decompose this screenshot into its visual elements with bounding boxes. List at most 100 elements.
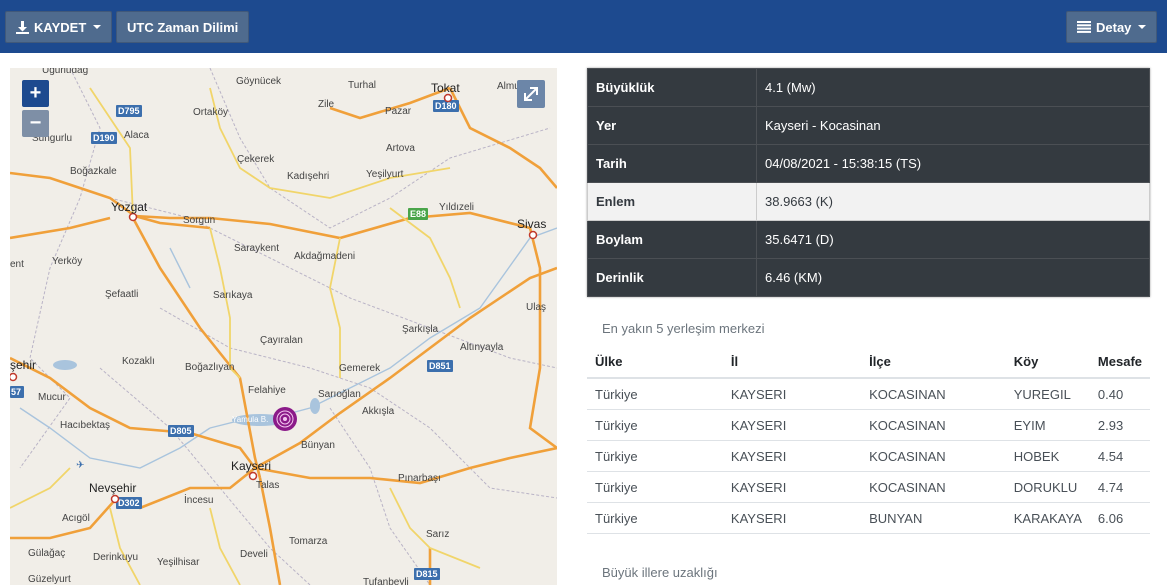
cell-distance: 4.54 — [1089, 440, 1150, 472]
chevron-down-icon — [1138, 25, 1147, 29]
svg-text:Şarkışla: Şarkışla — [402, 324, 439, 335]
detail-row-latitude: Enlem 38.9663 (K) — [587, 182, 1150, 221]
epicenter-marker — [273, 407, 297, 431]
download-icon — [16, 20, 29, 34]
svg-text:Felahiye: Felahiye — [248, 385, 286, 396]
svg-text:Mucur: Mucur — [38, 392, 66, 403]
column-header-distance: Mesafe — [1089, 345, 1150, 379]
table-header-row: Ülke İl İlçe Köy Mesafe — [587, 345, 1150, 379]
cell-distance: 4.74 — [1089, 471, 1150, 503]
table-row: Türkiye KAYSERI KOCASINAN HOBEK 4.54 — [587, 440, 1150, 472]
svg-text:Sorgun: Sorgun — [183, 215, 215, 226]
utc-timezone-label: UTC Zaman Dilimi — [127, 19, 239, 35]
cell-district: KOCASINAN — [861, 409, 1006, 441]
svg-text:Tomarza: Tomarza — [289, 536, 328, 547]
detail-value: 6.46 (KM) — [756, 258, 1150, 297]
svg-text:Tokat: Tokat — [431, 81, 460, 95]
lake — [53, 360, 77, 370]
svg-text:D805: D805 — [170, 426, 192, 436]
fullscreen-button[interactable] — [517, 80, 545, 108]
svg-text:Nevşehir: Nevşehir — [89, 481, 136, 495]
svg-text:Çayıralan: Çayıralan — [260, 335, 303, 346]
detail-row-location: Yer Kayseri - Kocasinan — [587, 106, 1150, 145]
detail-value: 38.9663 (K) — [756, 182, 1150, 221]
table-row: Türkiye KAYSERI BUNYAN KARAKAYA 6.06 — [587, 502, 1150, 534]
cell-village: DORUKLU — [1005, 471, 1090, 503]
zoom-out-button[interactable]: − — [22, 110, 49, 137]
svg-text:Zile: Zile — [318, 99, 335, 110]
svg-text:Uğurludağ: Uğurludağ — [42, 68, 88, 76]
svg-text:ent: ent — [10, 259, 24, 270]
cell-village: YUREGIL — [1005, 378, 1090, 410]
lake — [310, 398, 320, 414]
detail-button[interactable]: Detay — [1066, 11, 1158, 43]
svg-text:Ortaköy: Ortaköy — [193, 107, 228, 118]
zoom-in-button[interactable]: + — [22, 80, 49, 107]
save-button[interactable]: KAYDET — [5, 11, 113, 43]
detail-row-date: Tarih 04/08/2021 - 15:38:15 (TS) — [587, 144, 1150, 183]
svg-text:Akdağmadeni: Akdağmadeni — [294, 251, 355, 262]
svg-text:Saraykent: Saraykent — [234, 243, 279, 254]
svg-text:Kayseri: Kayseri — [231, 459, 271, 473]
detail-value: 04/08/2021 - 15:38:15 (TS) — [756, 144, 1150, 183]
cell-district: BUNYAN — [861, 502, 1006, 534]
cell-village: KARAKAYA — [1005, 502, 1090, 534]
cell-province: KAYSERI — [722, 440, 862, 472]
cell-province: KAYSERI — [722, 471, 862, 503]
svg-text:Şefaatli: Şefaatli — [105, 289, 138, 300]
detail-value: Kayseri - Kocasinan — [756, 106, 1150, 145]
svg-text:Pazar: Pazar — [385, 106, 412, 117]
svg-text:Artova: Artova — [386, 143, 415, 154]
svg-text:İncesu: İncesu — [184, 493, 213, 506]
detail-button-label: Detay — [1096, 19, 1132, 35]
svg-text:Alaca: Alaca — [124, 130, 149, 141]
svg-text:Kozaklı: Kozaklı — [122, 356, 155, 367]
cell-province: KAYSERI — [722, 502, 862, 534]
cell-country: Türkiye — [587, 440, 723, 472]
top-toolbar: KAYDET UTC Zaman Dilimi Detay — [0, 0, 1167, 53]
detail-key: Boylam — [587, 220, 757, 259]
map-view[interactable]: D795 D180 D190 E88 D851 D805 D302 D815 5… — [10, 68, 557, 585]
cell-distance: 2.93 — [1089, 409, 1150, 441]
svg-text:Gülağaç: Gülağaç — [28, 548, 65, 559]
svg-text:Turhal: Turhal — [348, 80, 376, 91]
svg-text:Gemerek: Gemerek — [339, 363, 381, 374]
svg-text:D815: D815 — [416, 569, 438, 579]
detail-row-longitude: Boylam 35.6471 (D) — [587, 220, 1150, 259]
cell-village: EYIM — [1005, 409, 1090, 441]
utc-timezone-button[interactable]: UTC Zaman Dilimi — [116, 11, 250, 43]
svg-text:Sarıoğlan: Sarıoğlan — [318, 389, 361, 400]
svg-text:E88: E88 — [410, 209, 426, 219]
svg-text:şehir: şehir — [10, 358, 36, 372]
svg-text:Yıldızeli: Yıldızeli — [439, 202, 474, 213]
detail-key: Yer — [587, 106, 757, 145]
cell-country: Türkiye — [587, 378, 723, 410]
nearest-settlements-table: Ülke İl İlçe Köy Mesafe Türkiye KAYSERI … — [587, 345, 1150, 534]
nearest-settlements-title: En yakın 5 yerleşim merkezi — [602, 321, 765, 336]
cell-district: KOCASINAN — [861, 471, 1006, 503]
cell-village: HOBEK — [1005, 440, 1090, 472]
table-row: Türkiye KAYSERI KOCASINAN EYIM 2.93 — [587, 409, 1150, 441]
svg-text:Sarız: Sarız — [426, 529, 449, 540]
svg-text:D180: D180 — [435, 101, 457, 111]
cell-province: KAYSERI — [722, 378, 862, 410]
svg-text:Ulaş: Ulaş — [526, 302, 546, 313]
svg-text:Derinkuyu: Derinkuyu — [93, 552, 138, 563]
svg-text:D302: D302 — [118, 498, 140, 508]
map-canvas: D795 D180 D190 E88 D851 D805 D302 D815 5… — [10, 68, 557, 585]
svg-text:D795: D795 — [118, 106, 140, 116]
svg-text:Göynücek: Göynücek — [236, 76, 282, 87]
svg-text:Develi: Develi — [240, 549, 268, 560]
detail-key: Enlem — [587, 182, 757, 221]
cell-country: Türkiye — [587, 471, 723, 503]
detail-row-depth: Derinlik 6.46 (KM) — [587, 258, 1150, 297]
svg-text:Boğazlıyan: Boğazlıyan — [185, 362, 234, 373]
svg-text:57: 57 — [11, 387, 21, 397]
earthquake-details-table: Büyüklük 4.1 (Mw) Yer Kayseri - Kocasina… — [587, 68, 1150, 297]
detail-key: Büyüklük — [587, 68, 757, 107]
cell-province: KAYSERI — [722, 409, 862, 441]
svg-text:Yeşilhisar: Yeşilhisar — [157, 557, 200, 568]
column-header-province: İl — [722, 345, 862, 379]
svg-text:Çekerek: Çekerek — [237, 154, 275, 165]
detail-row-magnitude: Büyüklük 4.1 (Mw) — [587, 68, 1150, 107]
